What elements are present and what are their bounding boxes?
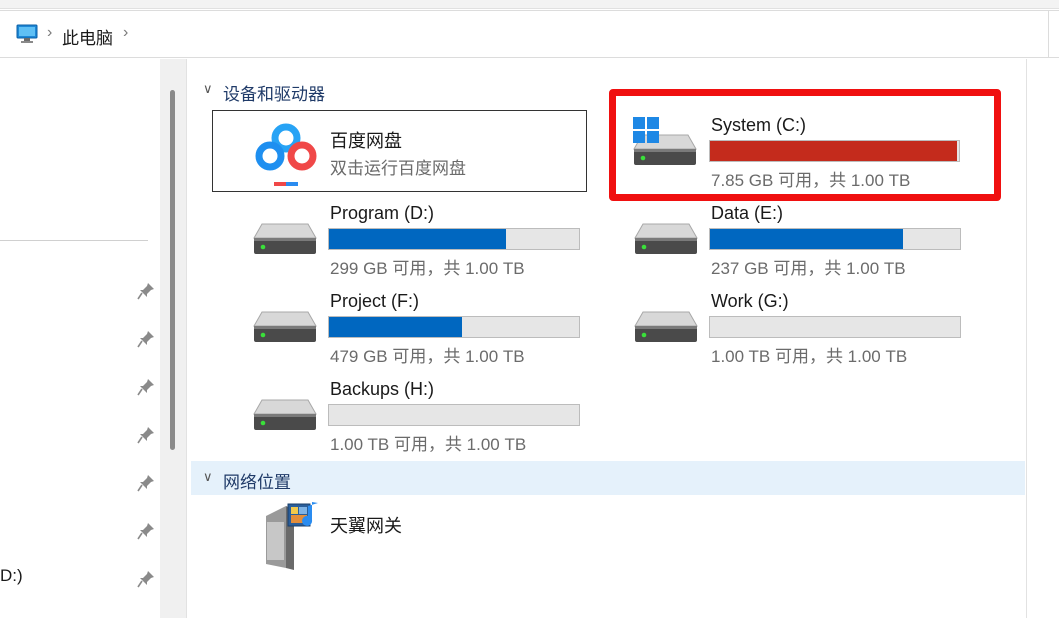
- drive-label: Program (D:): [330, 203, 435, 223]
- drive-usage-fill: [329, 317, 462, 337]
- section-collapse-chevron-icon[interactable]: ∨: [203, 469, 213, 485]
- window-top-strip: [0, 0, 1059, 9]
- drive-usage-fill: [710, 229, 903, 249]
- address-bar[interactable]: [0, 10, 1059, 58]
- drive-usage-fill: [329, 229, 506, 249]
- drive-usage-bar: [328, 228, 580, 250]
- drive-usage-bar: [709, 316, 961, 338]
- section-title-network[interactable]: 网络位置: [223, 468, 291, 493]
- nav-scrollbar-thumb[interactable]: [170, 90, 175, 450]
- drive-label: Data (E:): [711, 203, 784, 223]
- baidu-netdisk-subtitle: 双击运行百度网盘: [330, 159, 466, 178]
- breadcrumb-chevron-icon[interactable]: ›: [123, 24, 128, 42]
- drive-capacity-text: 237 GB 可用，共 1.00 TB: [711, 259, 906, 278]
- baidu-netdisk-label: 百度网盘: [330, 131, 402, 151]
- breadcrumb-separator[interactable]: ›: [47, 24, 52, 42]
- media-server-icon[interactable]: [258, 498, 324, 572]
- pin-icon[interactable]: [136, 473, 156, 493]
- drive-usage-bar: [328, 316, 580, 338]
- hard-drive-icon: [252, 310, 318, 344]
- drive-capacity-text: 299 GB 可用，共 1.00 TB: [330, 259, 525, 278]
- section-header-network[interactable]: [191, 461, 1025, 495]
- network-item-label[interactable]: 天翼网关: [330, 512, 402, 538]
- nav-item-drive-label[interactable]: D:): [0, 566, 23, 586]
- drive-usage-bar: [709, 228, 961, 250]
- pin-icon[interactable]: [136, 281, 156, 301]
- pin-icon[interactable]: [136, 377, 156, 397]
- pin-icon[interactable]: [136, 329, 156, 349]
- content-right-border: [1026, 59, 1027, 618]
- drive-capacity-text: 1.00 TB 可用，共 1.00 TB: [711, 347, 908, 366]
- address-bar-divider: [1048, 10, 1049, 58]
- drive-label: Backups (H:): [330, 379, 435, 399]
- section-title-devices[interactable]: 设备和驱动器: [223, 80, 325, 105]
- breadcrumb-this-pc[interactable]: 此电脑: [62, 24, 113, 49]
- hard-drive-icon: [252, 222, 318, 256]
- hard-drive-icon: [633, 310, 699, 344]
- content-left-border: [186, 59, 187, 618]
- pin-icon[interactable]: [136, 569, 156, 589]
- drive-label: Project (F:): [330, 291, 420, 311]
- hard-drive-icon: [633, 222, 699, 256]
- section-collapse-chevron-icon[interactable]: ∨: [203, 81, 213, 97]
- nav-separator: [0, 240, 148, 241]
- hard-drive-icon: [252, 398, 318, 432]
- drive-usage-bar: [328, 404, 580, 426]
- drive-capacity-text: 479 GB 可用，共 1.00 TB: [330, 347, 525, 366]
- drive-capacity-text: 1.00 TB 可用，共 1.00 TB: [330, 435, 527, 454]
- highlight-annotation-box: [609, 89, 1001, 201]
- computer-monitor-icon: [16, 24, 38, 43]
- pin-icon[interactable]: [136, 521, 156, 541]
- drive-label: Work (G:): [711, 291, 789, 311]
- baidu-netdisk-icon: [250, 114, 322, 189]
- pin-icon[interactable]: [136, 425, 156, 445]
